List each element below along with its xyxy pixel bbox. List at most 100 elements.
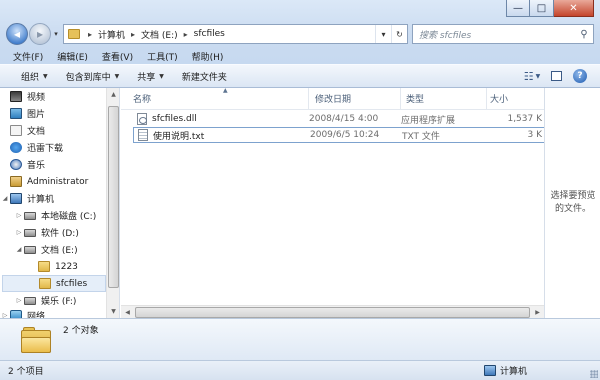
nav-item-label: 网络 [27,312,46,318]
folder-icon [39,278,51,289]
computer-icon [10,193,22,204]
status-location: 计算机 [484,364,527,377]
breadcrumb-drive-e[interactable]: 文档 (E:) [138,28,181,41]
nav-item-drive-c[interactable]: ▷ 本地磁盘 (C:) [14,207,96,224]
nav-item-sfcfiles[interactable]: sfcfiles [2,275,106,292]
scroll-left-arrow-icon[interactable]: ◀ [121,306,134,319]
documents-icon [10,125,22,136]
nav-item-computer[interactable]: ◢ 计算机 [0,190,54,207]
nav-item-folder-1223[interactable]: 1223 [38,258,78,275]
search-icon[interactable]: ⚲ [575,29,593,40]
address-dropdown-button[interactable]: ▾ [375,25,391,43]
file-row[interactable]: sfcfiles.dll 2008/4/15 4:00 应用程序扩展 1,537… [133,111,544,127]
file-type: 应用程序扩展 [401,115,456,126]
drive-icon [24,211,36,220]
file-name: sfcfiles.dll [152,114,197,124]
file-name-cell: sfcfiles.dll [133,113,309,125]
pictures-icon [10,108,22,119]
window-controls: — □ ✕ [506,0,594,17]
organize-button[interactable]: 组织 ▼ [12,70,57,83]
nav-item-label: 计算机 [27,195,55,205]
forward-button[interactable]: ▸ [29,23,51,45]
maximize-button[interactable]: □ [530,0,554,17]
address-bar[interactable]: ▸ 计算机 ▸ 文档 (E:) ▸ sfcfiles ▾ ↻ [63,24,408,44]
expand-arrow-icon[interactable]: ▷ [14,297,24,304]
nav-item-videos[interactable]: 视频 [10,88,45,105]
text-file-icon [138,129,148,141]
include-in-library-button[interactable]: 包含到库中 ▼ [57,70,129,83]
chevron-down-icon: ▼ [535,72,541,80]
nav-item-thunder-download[interactable]: 迅雷下载 [10,139,63,156]
organize-label: 组织 [21,72,40,83]
file-list-horizontal-scrollbar[interactable]: ◀ ▶ [121,305,544,318]
help-button[interactable]: ? [568,67,592,85]
scroll-up-arrow-icon[interactable]: ▲ [107,88,120,101]
new-folder-button[interactable]: 新建文件夹 [173,70,236,83]
expand-arrow-icon[interactable]: ▷ [14,212,24,219]
back-button[interactable]: ◂ [6,23,28,45]
drive-icon [24,228,36,237]
file-type: TXT 文件 [402,131,440,142]
column-header-size[interactable]: 大小 [487,88,544,109]
menu-bar: 文件(F) 编辑(E) 查看(V) 工具(T) 帮助(H) [0,49,600,64]
nav-item-pictures[interactable]: 图片 [10,105,45,122]
breadcrumb-separator[interactable]: ▸ [128,30,138,39]
nav-item-administrator[interactable]: Administrator [0,173,88,190]
search-box[interactable]: 搜索 sfcfiles ⚲ [412,24,594,44]
status-location-label: 计算机 [500,367,528,377]
chevron-down-icon: ▼ [114,72,120,80]
scrollbar-thumb[interactable] [108,106,119,288]
scroll-right-arrow-icon[interactable]: ▶ [531,306,544,319]
refresh-button[interactable]: ↻ [391,25,407,43]
breadcrumb-separator[interactable]: ▸ [85,30,95,39]
breadcrumb-computer[interactable]: 计算机 [95,28,128,41]
help-icon: ? [573,69,587,83]
nav-pane-scrollbar[interactable]: ▲ ▼ [106,88,119,318]
column-header-date-modified[interactable]: 修改日期 [309,88,401,109]
details-view-icon: ☷ [523,69,534,83]
preview-message-line: 选择要预览 [550,191,596,201]
nav-item-music[interactable]: 音乐 [10,156,45,173]
preview-pane-button[interactable] [544,67,568,85]
menu-edit[interactable]: 编辑(E) [50,49,95,64]
scroll-down-arrow-icon[interactable]: ▼ [107,305,120,318]
breadcrumb-sfcfiles[interactable]: sfcfiles [191,29,228,39]
resize-grip[interactable] [590,370,598,378]
nav-item-drive-d[interactable]: ▷ 软件 (D:) [14,224,79,241]
column-header-type[interactable]: 类型 [401,88,487,109]
minimize-button[interactable]: — [506,0,530,17]
collapse-arrow-icon[interactable]: ◢ [0,195,10,202]
collapse-arrow-icon[interactable]: ◢ [14,246,24,253]
nav-item-documents[interactable]: 文档 [10,122,45,139]
menu-view[interactable]: 查看(V) [95,49,140,64]
file-size: 1,537 K [507,114,542,124]
preview-message: 选择要预览 的文件。 [545,190,600,216]
menu-help[interactable]: 帮助(H) [185,49,231,64]
column-header-name[interactable]: 名称 [121,88,309,109]
navigation-pane: 视频 图片 文档 迅雷下载 音乐 Administrator ◢ 计算机 ▷ 本… [0,88,120,318]
nav-item-label: sfcfiles [56,278,88,289]
video-icon [10,91,22,102]
share-button[interactable]: 共享 ▼ [128,70,173,83]
preview-pane: 选择要预览 的文件。 [544,88,600,318]
view-options-button[interactable]: ☷ ▼ [520,67,544,85]
folder-icon [21,326,51,353]
music-icon [10,159,22,170]
close-button[interactable]: ✕ [554,0,594,17]
scrollbar-thumb[interactable] [135,307,530,318]
search-placeholder: 搜索 sfcfiles [419,30,472,41]
nav-item-network[interactable]: ▷ 网络 [0,307,45,318]
nav-item-label: 迅雷下载 [27,144,64,154]
menu-tools[interactable]: 工具(T) [140,49,185,64]
folder-icon [38,261,50,272]
object-count: 2 个对象 [63,326,99,336]
nav-item-drive-e[interactable]: ◢ 文档 (E:) [14,241,78,258]
file-row[interactable]: 使用说明.txt 2009/6/5 10:24 TXT 文件 3 K [133,127,544,143]
expand-arrow-icon[interactable]: ▷ [14,229,24,236]
file-date: 2008/4/15 4:00 [309,114,379,124]
details-pane: 2 个对象 [0,318,600,360]
menu-file[interactable]: 文件(F) [6,49,50,64]
recent-pages-dropdown[interactable]: ▾ [51,30,61,38]
nav-item-label: 文档 [27,127,46,137]
breadcrumb-separator[interactable]: ▸ [181,30,191,39]
